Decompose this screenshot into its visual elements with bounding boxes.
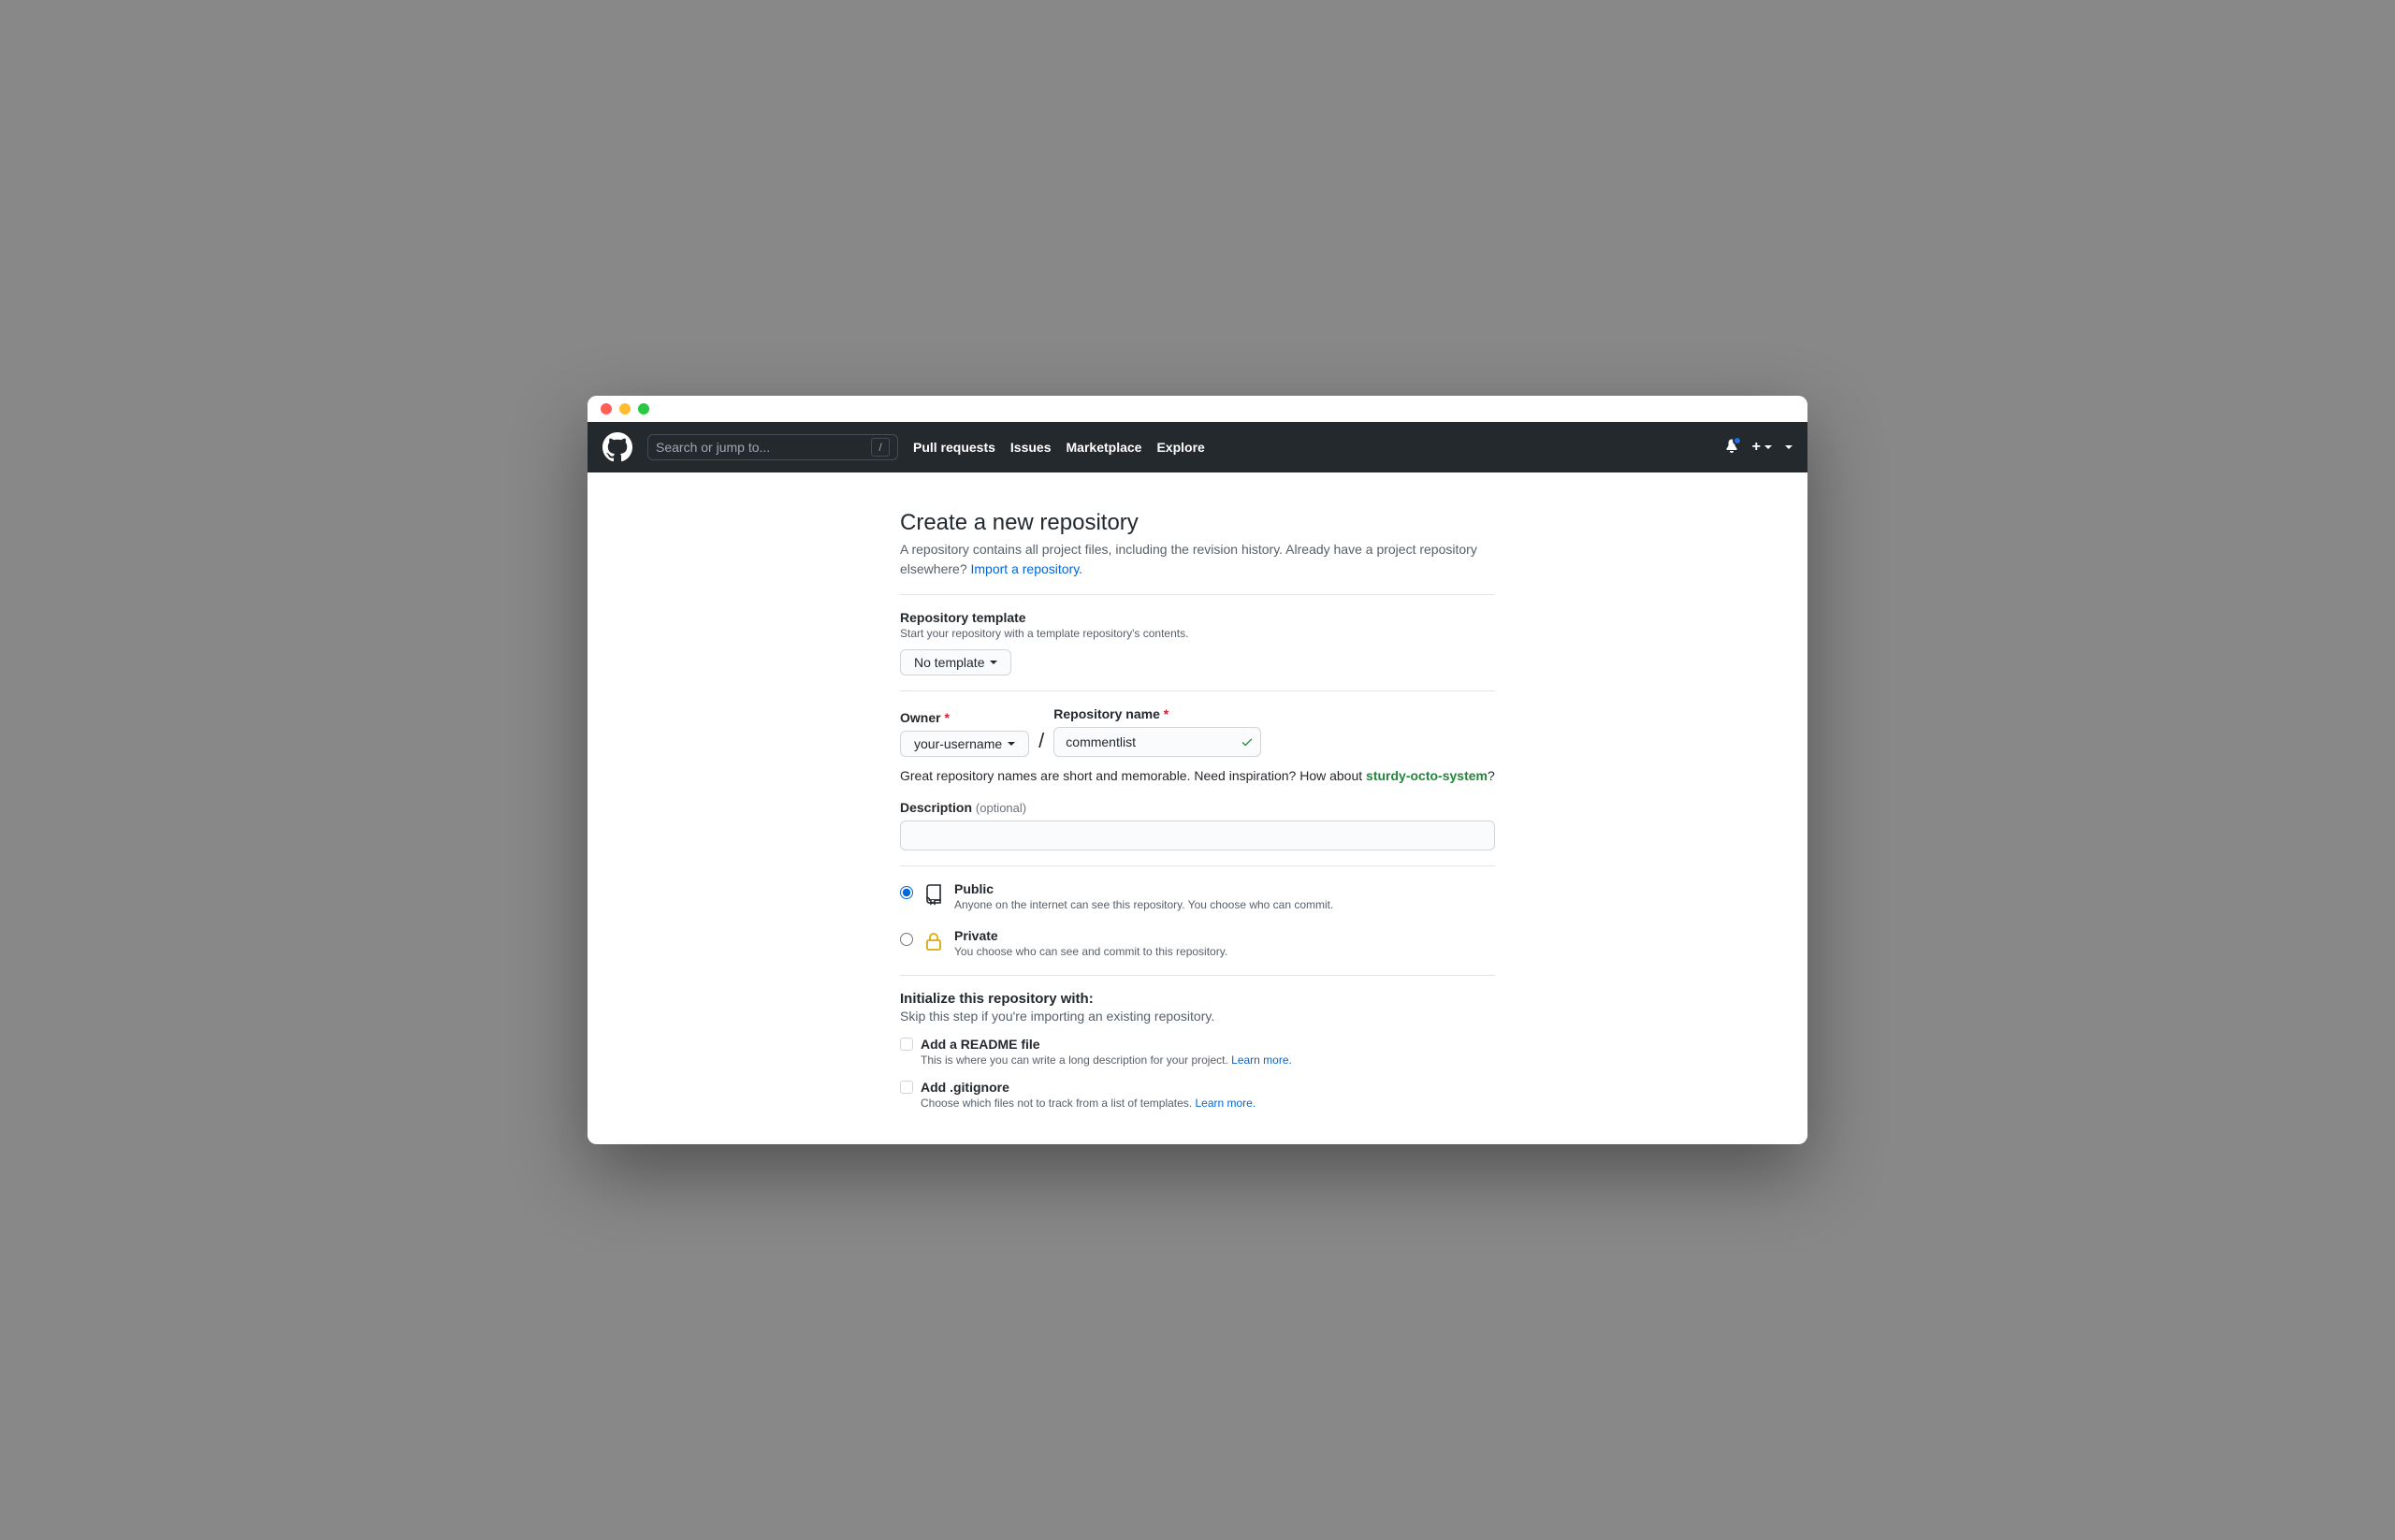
github-header: Search or jump to... / Pull requests Iss… [588,422,1807,472]
slash-separator: / [1038,729,1044,757]
nav-explore[interactable]: Explore [1156,440,1204,455]
window-titlebar [588,396,1807,422]
owner-field: Owner * your-username [900,710,1029,757]
window-close-button[interactable] [601,403,612,414]
description-label: Description (optional) [900,800,1495,815]
divider [900,865,1495,866]
repo-icon [922,883,945,906]
repo-name-input[interactable] [1053,727,1261,757]
plus-icon: + [1752,439,1761,456]
browser-window: Search or jump to... / Pull requests Iss… [588,396,1807,1144]
owner-select[interactable]: your-username [900,731,1029,757]
page-title: Create a new repository [900,510,1495,536]
visibility-private-text: Private You choose who can see and commi… [954,928,1227,958]
create-new-menu[interactable]: + [1752,439,1772,456]
owner-repo-row: Owner * your-username / Repository name … [900,706,1495,757]
template-select[interactable]: No template [900,649,1011,676]
gitignore-learn-more-link[interactable]: Learn more. [1195,1097,1256,1110]
page-intro: A repository contains all project files,… [900,540,1495,579]
caret-down-icon [1008,742,1015,746]
add-gitignore-desc: Choose which files not to track from a l… [921,1097,1495,1110]
import-repository-link[interactable]: Import a repository. [971,561,1083,576]
template-label: Repository template [900,610,1495,625]
header-right: + [1724,438,1793,458]
search-input[interactable]: Search or jump to... / [647,434,898,460]
caret-down-icon [990,661,997,664]
caret-down-icon [1785,445,1793,449]
template-selected-value: No template [914,655,984,670]
add-readme-checkbox[interactable] [900,1038,913,1051]
notifications-button[interactable] [1724,438,1739,458]
slash-key-hint: / [871,438,890,457]
repo-name-label: Repository name * [1053,706,1261,721]
add-readme-label: Add a README file [921,1037,1040,1052]
visibility-public-option[interactable]: Public Anyone on the internet can see th… [900,881,1495,911]
owner-label: Owner * [900,710,1029,725]
repo-name-field: Repository name * [1053,706,1261,757]
visibility-private-option[interactable]: Private You choose who can see and commi… [900,928,1495,958]
notification-indicator-icon [1733,436,1742,445]
add-gitignore-checkbox[interactable] [900,1081,913,1094]
nav-marketplace[interactable]: Marketplace [1067,440,1142,455]
window-minimize-button[interactable] [619,403,631,414]
required-asterisk: * [944,710,949,725]
template-hint: Start your repository with a template re… [900,627,1495,640]
init-hint: Skip this step if you're importing an ex… [900,1009,1495,1024]
search-placeholder: Search or jump to... [656,440,770,455]
readme-learn-more-link[interactable]: Learn more. [1231,1053,1292,1067]
required-asterisk: * [1164,706,1168,721]
description-input[interactable] [900,821,1495,850]
add-readme-desc: This is where you can write a long descr… [921,1053,1495,1067]
divider [900,594,1495,595]
add-gitignore-option: Add .gitignore Choose which files not to… [900,1080,1495,1110]
primary-nav: Pull requests Issues Marketplace Explore [913,440,1205,455]
caret-down-icon [1764,445,1772,449]
init-heading: Initialize this repository with: [900,991,1495,1007]
visibility-public-radio[interactable] [900,886,913,899]
visibility-private-radio[interactable] [900,933,913,946]
user-menu[interactable] [1785,439,1793,456]
add-gitignore-label: Add .gitignore [921,1080,1009,1095]
nav-issues[interactable]: Issues [1010,440,1052,455]
lock-icon [922,930,945,952]
name-suggestion-link[interactable]: sturdy-octo-system [1366,768,1488,783]
github-logo-icon[interactable] [602,432,632,462]
page-content: Create a new repository A repository con… [588,472,1807,1144]
divider [900,690,1495,691]
add-readme-option: Add a README file This is where you can … [900,1037,1495,1067]
nav-pull-requests[interactable]: Pull requests [913,440,995,455]
check-icon [1241,735,1254,748]
divider [900,975,1495,976]
name-hint: Great repository names are short and mem… [900,768,1495,783]
visibility-public-text: Public Anyone on the internet can see th… [954,881,1333,911]
owner-value: your-username [914,736,1002,751]
window-maximize-button[interactable] [638,403,649,414]
form-container: Create a new repository A repository con… [900,510,1495,1110]
